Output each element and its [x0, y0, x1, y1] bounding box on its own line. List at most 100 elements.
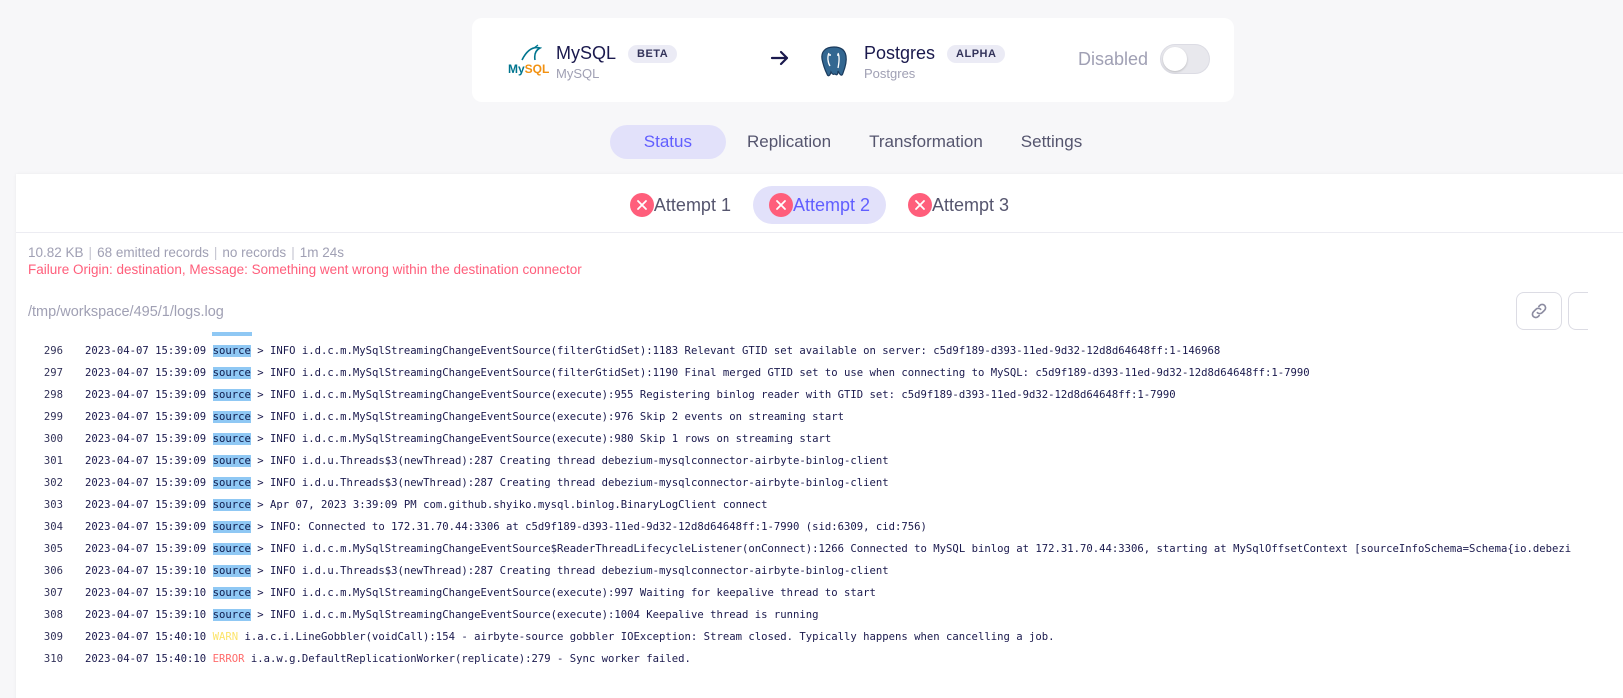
- attempt-tab-1[interactable]: Attempt 1: [614, 186, 747, 224]
- log-message: > INFO i.d.c.m.MySqlStreamingChangeEvent…: [250, 609, 819, 621]
- log-line: 300 2023-04-07 15:39:09 source > INFO i.d…: [16, 428, 831, 450]
- connection-header: MySQL MySQL BETA MySQL Postgres ALPHA Po…: [472, 18, 1234, 102]
- log-timestamp: 2023-04-07 15:39:09: [85, 521, 207, 533]
- log-timestamp: 2023-04-07 15:39:09: [85, 389, 207, 401]
- tab-transformation[interactable]: Transformation: [852, 125, 1000, 159]
- job-log-panel: Attempt 1 Attempt 2 Attempt 3 10.82 KB | 6…: [16, 174, 1623, 698]
- log-timestamp: 2023-04-07 15:39:09: [85, 411, 207, 423]
- log-timestamp: 2023-04-07 15:39:09: [85, 367, 207, 379]
- log-line-number: 303: [43, 499, 63, 511]
- log-message: i.a.w.g.DefaultReplicationWorker(replica…: [244, 653, 691, 665]
- log-message: > INFO i.d.c.m.MySqlStreamingChangeEvent…: [250, 587, 876, 599]
- source-name: MySQL: [556, 43, 617, 63]
- log-message: > INFO i.d.c.m.MySqlStreamingChangeEvent…: [250, 433, 832, 445]
- divider: [16, 232, 1623, 233]
- log-line-number: 300: [43, 433, 63, 445]
- log-source-tag: source: [212, 345, 251, 357]
- destination-connector[interactable]: Postgres ALPHA Postgres: [814, 42, 1006, 82]
- log-message: > INFO i.d.c.m.MySqlStreamingChangeEvent…: [250, 411, 845, 423]
- log-message: > INFO i.d.u.Threads$3(newThread):287 Cr…: [250, 477, 889, 489]
- log-message: > INFO i.d.c.m.MySqlStreamingChangeEvent…: [250, 389, 1176, 401]
- log-source-tag: source: [212, 477, 251, 489]
- log-timestamp: 2023-04-07 15:39:09: [85, 543, 207, 555]
- log-timestamp: 2023-04-07 15:39:10: [85, 587, 207, 599]
- log-line-number: 306: [43, 565, 63, 577]
- log-source-tag: source: [212, 433, 251, 445]
- download-logs-button[interactable]: [1568, 292, 1588, 330]
- log-line: 301 2023-04-07 15:39:09 source > INFO i.d…: [16, 450, 889, 472]
- log-line-number: 304: [43, 521, 63, 533]
- log-source-tag: source: [212, 389, 251, 401]
- log-line: 306 2023-04-07 15:39:10 source > INFO i.d…: [16, 560, 889, 582]
- log-viewer[interactable]: 296 2023-04-07 15:39:09 source > INFO i.d…: [16, 332, 1623, 698]
- copy-link-button[interactable]: [1516, 292, 1562, 330]
- log-line: 310 2023-04-07 15:40:10 ERROR i.a.w.g.Def…: [16, 648, 691, 670]
- tab-replication[interactable]: Replication: [730, 125, 848, 159]
- log-path: /tmp/workspace/495/1/logs.log: [28, 304, 224, 320]
- source-connector[interactable]: MySQL MySQL BETA MySQL: [506, 42, 678, 82]
- log-level: WARN: [212, 631, 239, 643]
- log-timestamp: 2023-04-07 15:39:09: [85, 499, 207, 511]
- log-line-partial: [212, 332, 252, 336]
- log-timestamp: 2023-04-07 15:39:09: [85, 477, 207, 489]
- log-line: 296 2023-04-07 15:39:09 source > INFO i.d…: [16, 340, 1220, 362]
- connection-enabled-control: Disabled: [1078, 44, 1210, 74]
- log-source-tag: source: [212, 411, 251, 423]
- failure-message: Failure Origin: destination, Message: So…: [28, 262, 582, 277]
- postgres-logo-icon: [814, 42, 854, 82]
- log-line-number: 305: [43, 543, 63, 555]
- arrow-right-icon: [770, 50, 789, 66]
- log-level: ERROR: [212, 653, 245, 665]
- log-source-tag: source: [212, 499, 251, 511]
- toggle-label: Disabled: [1077, 48, 1148, 69]
- failed-x-icon: [629, 193, 654, 217]
- failed-x-icon: [908, 193, 933, 217]
- enable-toggle[interactable]: [1160, 44, 1210, 74]
- log-source-tag: source: [212, 587, 251, 599]
- log-line-number: 298: [43, 389, 63, 401]
- log-line: 302 2023-04-07 15:39:09 source > INFO i.d…: [16, 472, 889, 494]
- log-line-number: 299: [43, 411, 63, 423]
- destination-release-badge: ALPHA: [947, 44, 1006, 63]
- log-line-number: 302: [43, 477, 63, 489]
- log-timestamp: 2023-04-07 15:39:10: [85, 609, 207, 621]
- log-line-number: 296: [43, 345, 63, 357]
- source-release-badge: BETA: [628, 44, 678, 63]
- stat-duration: 1m 24s: [299, 245, 344, 260]
- log-line: 309 2023-04-07 15:40:10 WARN i.a.c.i.Line…: [16, 626, 1055, 648]
- destination-name: Postgres: [864, 43, 936, 63]
- log-message: > INFO i.d.c.m.MySqlStreamingChangeEvent…: [250, 543, 1572, 555]
- log-line-number: 297: [43, 367, 63, 379]
- connection-tabs: Status Replication Transformation Settin…: [0, 125, 1623, 159]
- log-message: > INFO i.d.c.m.MySqlStreamingChangeEvent…: [250, 367, 1310, 379]
- log-message: > INFO i.d.u.Threads$3(newThread):287 Cr…: [250, 455, 889, 467]
- log-source-tag: source: [212, 565, 251, 577]
- log-timestamp: 2023-04-07 15:39:10: [85, 565, 207, 577]
- log-line: 307 2023-04-07 15:39:10 source > INFO i.d…: [16, 582, 876, 604]
- destination-subtitle: Postgres: [864, 66, 916, 81]
- link-icon: [1531, 303, 1547, 319]
- log-timestamp: 2023-04-07 15:39:09: [85, 345, 207, 357]
- log-source-tag: source: [212, 543, 251, 555]
- log-line-number: 309: [43, 631, 63, 643]
- attempt-tab-2[interactable]: Attempt 2: [752, 186, 887, 224]
- log-line: 304 2023-04-07 15:39:09 source > INFO: Co…: [16, 516, 927, 538]
- log-line-number: 310: [43, 653, 63, 665]
- tab-status[interactable]: Status: [609, 125, 726, 159]
- tab-settings[interactable]: Settings: [1004, 125, 1099, 159]
- attempt-tab-3[interactable]: Attempt 3: [892, 186, 1025, 224]
- log-message: i.a.c.i.LineGobbler(voidCall):154 - airb…: [238, 631, 1055, 643]
- stat-size: 10.82 KB: [28, 245, 84, 260]
- log-source-tag: source: [212, 609, 251, 621]
- log-message: > INFO i.d.c.m.MySqlStreamingChangeEvent…: [250, 345, 1221, 357]
- stat-records: no records: [222, 245, 287, 260]
- log-timestamp: 2023-04-07 15:39:09: [85, 433, 207, 445]
- log-timestamp: 2023-04-07 15:40:10: [85, 653, 207, 665]
- log-timestamp: 2023-04-07 15:39:09: [85, 455, 207, 467]
- stat-emitted: 68 emitted records: [97, 245, 209, 260]
- log-line-number: 307: [43, 587, 63, 599]
- failed-x-icon: [768, 193, 793, 217]
- toggle-knob: [1163, 47, 1187, 71]
- attempt-tabs: Attempt 1 Attempt 2 Attempt 3: [16, 186, 1623, 224]
- log-line: 308 2023-04-07 15:39:10 source > INFO i.d…: [16, 604, 819, 626]
